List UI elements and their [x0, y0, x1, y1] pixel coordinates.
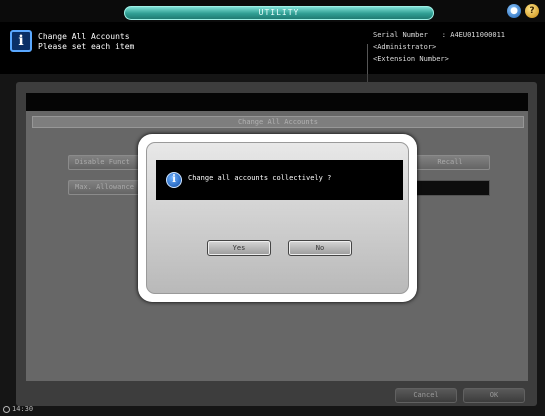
dialog-message: Change all accounts collectively ? [188, 174, 332, 182]
info-icon: i [166, 172, 182, 188]
page-title: Change All Accounts Please set each item [38, 32, 134, 52]
yes-button[interactable]: Yes [207, 240, 271, 256]
top-icons: ● ? [507, 4, 539, 18]
serial-label: Serial Number [373, 31, 428, 39]
top-bar: UTILITY ● ? [0, 0, 545, 22]
extension-number: <Extension Number> [373, 55, 449, 63]
no-button[interactable]: No [288, 240, 352, 256]
user-role: <Administrator> [373, 43, 437, 51]
device-info: Serial Number : A4EU011000011 <Administr… [373, 29, 505, 65]
utility-tab[interactable]: UTILITY [124, 6, 434, 20]
title-line-1: Change All Accounts [38, 32, 130, 41]
help-icon[interactable]: ? [525, 4, 539, 18]
info-icon: i [10, 30, 32, 52]
serial-row: Serial Number : A4EU011000011 [373, 29, 505, 41]
app-icon[interactable]: ● [507, 4, 521, 18]
serial-value: : A4EU011000011 [441, 31, 506, 39]
title-line-2: Please set each item [38, 42, 135, 51]
header: i Change All Accounts Please set each it… [0, 22, 545, 94]
